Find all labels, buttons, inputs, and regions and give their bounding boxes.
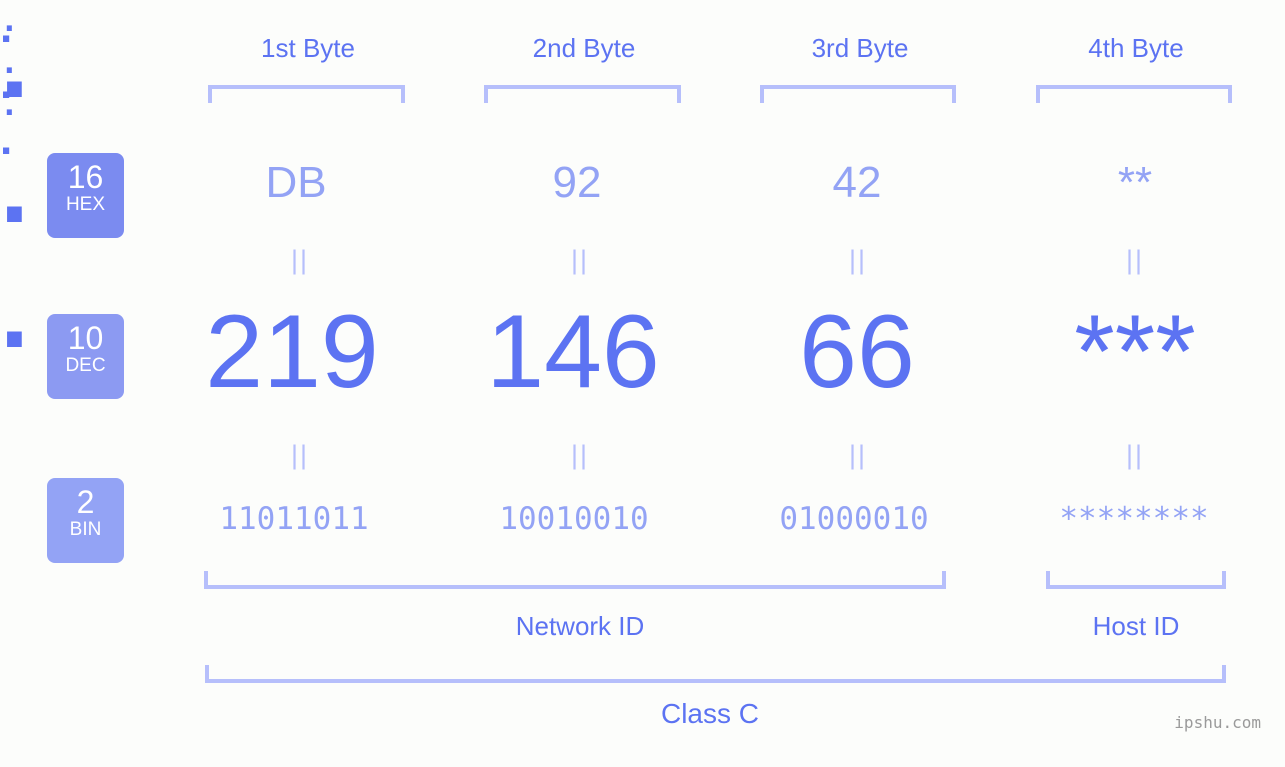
dec-byte-4: ***: [1074, 294, 1196, 410]
host-id-label: Host ID: [1092, 611, 1180, 641]
dec-separator-3: .: [0, 254, 29, 370]
equals-connector-lower-2: ||: [570, 440, 590, 470]
byte-bracket-4: [1036, 85, 1232, 103]
hex-byte-4: **: [1117, 158, 1153, 207]
base-badge-bin-abbr: BIN: [69, 519, 102, 540]
base-badge-hex: 16 HEX: [47, 153, 124, 238]
base-badge-bin: 2 BIN: [47, 478, 124, 563]
base-badge-dec-abbr: DEC: [65, 355, 106, 376]
equals-connector-lower-3: ||: [848, 440, 868, 470]
bin-byte-4: ********: [1059, 501, 1209, 537]
network-id-bracket: [204, 571, 946, 589]
byte-bracket-3: [760, 85, 956, 103]
dec-byte-1: 219: [205, 294, 379, 410]
byte-header-3: 3rd Byte: [811, 33, 909, 63]
equals-connector-lower-4: ||: [1125, 440, 1145, 470]
dec-byte-2: 146: [486, 294, 660, 410]
base-badge-bin-number: 2: [76, 484, 95, 520]
dec-byte-3: 66: [799, 294, 915, 410]
equals-connector-upper-2: ||: [570, 245, 590, 275]
class-bracket: [205, 665, 1226, 683]
equals-connector-upper-4: ||: [1125, 245, 1145, 275]
ip-breakdown-diagram: 1st Byte 2nd Byte 3rd Byte 4th Byte 16 H…: [0, 0, 1285, 767]
dec-separator-2: .: [0, 129, 29, 245]
class-label: Class C: [660, 698, 759, 729]
bin-byte-2: 10010010: [499, 501, 649, 537]
hex-byte-2: 92: [552, 158, 602, 207]
bin-byte-3: 01000010: [779, 501, 929, 537]
equals-connector-upper-3: ||: [848, 245, 868, 275]
byte-bracket-1: [208, 85, 405, 103]
bin-separator-1: .: [0, 3, 19, 39]
site-watermark: ipshu.com: [1174, 713, 1261, 732]
bin-separator-2: .: [0, 45, 19, 81]
bin-separator-3: .: [0, 87, 19, 123]
byte-header-4: 4th Byte: [1088, 33, 1184, 63]
byte-header-2: 2nd Byte: [532, 33, 636, 63]
base-badge-hex-abbr: HEX: [65, 194, 106, 215]
byte-header-1: 1st Byte: [261, 33, 355, 63]
network-id-label: Network ID: [515, 611, 645, 641]
byte-bracket-2: [484, 85, 681, 103]
equals-connector-upper-1: ||: [290, 245, 310, 275]
hex-byte-1: DB: [265, 158, 327, 207]
host-id-bracket: [1046, 571, 1226, 589]
bin-byte-1: 11011011: [219, 501, 369, 537]
base-badge-dec-number: 10: [67, 320, 104, 356]
equals-connector-lower-1: ||: [290, 440, 310, 470]
hex-byte-3: 42: [832, 158, 882, 207]
base-badge-dec: 10 DEC: [47, 314, 124, 399]
base-badge-hex-number: 16: [67, 159, 104, 195]
